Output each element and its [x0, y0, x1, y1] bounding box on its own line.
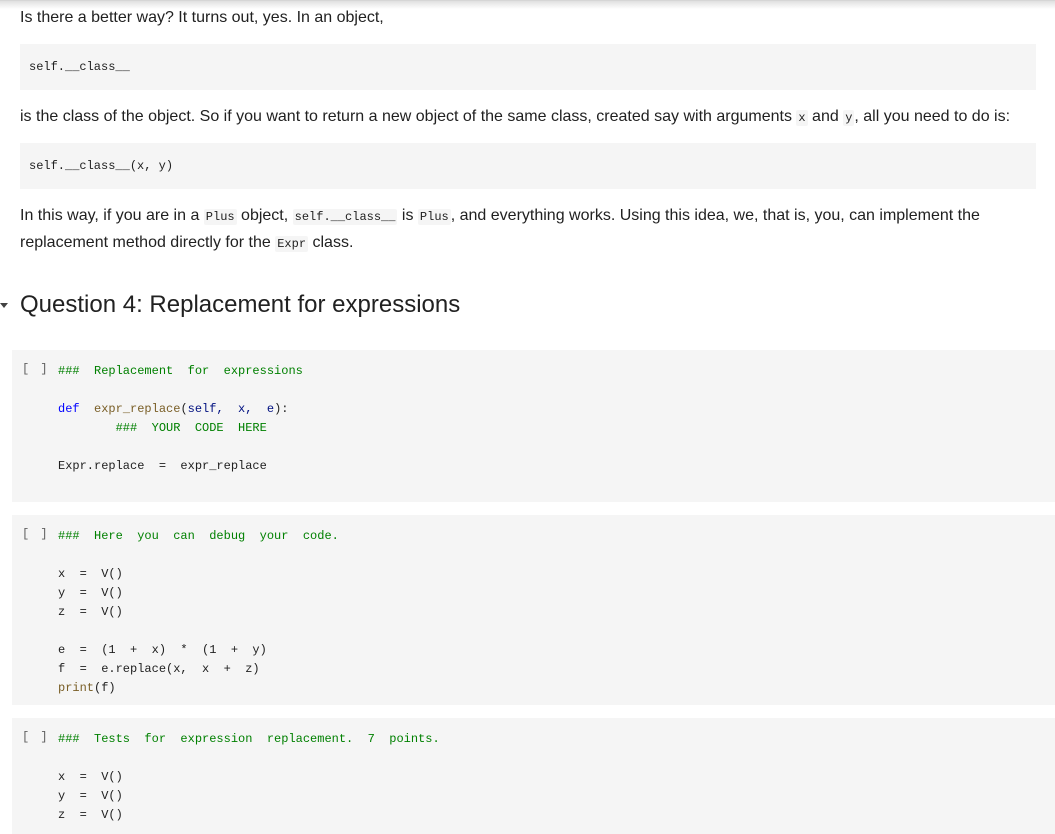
inline-code-x: x	[796, 110, 808, 126]
code-editor[interactable]: ### Here you can debug your code. x = V(…	[58, 527, 339, 698]
run-cell-button[interactable]: [ ]	[22, 527, 50, 541]
text-segment: is the class of the object. So if you wa…	[20, 108, 797, 125]
code-line: y = V()	[58, 789, 123, 803]
inline-code-plus: Plus	[203, 209, 237, 225]
code-comment: ### Here you can debug your code.	[58, 529, 339, 543]
code-punct: (	[180, 402, 188, 416]
code-block-class: self.__class__	[20, 44, 1036, 90]
inline-code-plus: Plus	[417, 209, 451, 225]
code-line: y = V()	[58, 586, 123, 600]
code-text: self.__class__(x, y)	[29, 159, 174, 173]
code-params: self, x, e	[187, 402, 275, 416]
code-comment: ### Tests for expression replacement. 7 …	[58, 732, 440, 746]
code-cell-tests[interactable]: [ ] ### Tests for expression replacement…	[12, 718, 1055, 834]
text-segment: In this way, if you are in a	[20, 207, 204, 224]
text-segment: class.	[308, 234, 354, 251]
text-segment: is	[397, 207, 418, 224]
inline-code-y: y	[843, 110, 855, 126]
code-keyword: def	[58, 402, 80, 416]
inline-code-self-class: self.__class__	[292, 209, 398, 225]
code-text: self.__class__	[29, 60, 130, 74]
code-line: f = e.replace(x, x + z)	[58, 662, 260, 676]
code-comment: ### YOUR CODE HERE	[115, 421, 267, 435]
code-editor[interactable]: ### Replacement for expressions def expr…	[58, 362, 303, 476]
code-cell-debug[interactable]: [ ] ### Here you can debug your code. x …	[12, 515, 1055, 705]
code-block-class-call: self.__class__(x, y)	[20, 143, 1036, 189]
run-cell-button[interactable]: [ ]	[22, 362, 50, 376]
text-segment: , all you need to do is:	[854, 108, 1011, 125]
text-segment: , and everything works. Using this idea,…	[450, 207, 980, 224]
code-line: Expr.replace = expr_replace	[58, 459, 267, 473]
code-line: z = V()	[58, 808, 123, 822]
code-line: x = V()	[58, 567, 123, 581]
section-title: Question 4: Replacement for expressions	[20, 291, 461, 318]
code-builtin: print	[58, 681, 95, 695]
code-comment: ### Replacement for expressions	[58, 364, 303, 378]
paragraph-plus-example: In this way, if you are in a Plus object…	[20, 203, 980, 257]
inline-code-expr: Expr	[275, 236, 309, 252]
run-cell-button[interactable]: [ ]	[22, 730, 50, 744]
code-cell-replacement[interactable]: [ ] ### Replacement for expressions def …	[12, 350, 1055, 502]
text-segment: replacement method directly for the	[20, 234, 276, 251]
paragraph-class-explanation: is the class of the object. So if you wa…	[20, 104, 1010, 131]
section-header: Question 4: Replacement for expressions	[0, 289, 460, 321]
code-line: z = V()	[58, 605, 123, 619]
code-line: (f)	[94, 681, 116, 695]
text-segment: object,	[236, 207, 293, 224]
code-line: x = V()	[58, 770, 123, 784]
code-line: e = (1 + x) * (1 + y)	[58, 643, 267, 657]
text-segment: and	[807, 108, 844, 125]
code-editor[interactable]: ### Tests for expression replacement. 7 …	[58, 730, 440, 825]
collapse-caret-icon[interactable]	[0, 302, 8, 308]
paragraph-intro: Is there a better way? It turns out, yes…	[20, 9, 384, 26]
code-function-name: expr_replace	[94, 402, 181, 416]
code-punct: ):	[274, 402, 289, 416]
